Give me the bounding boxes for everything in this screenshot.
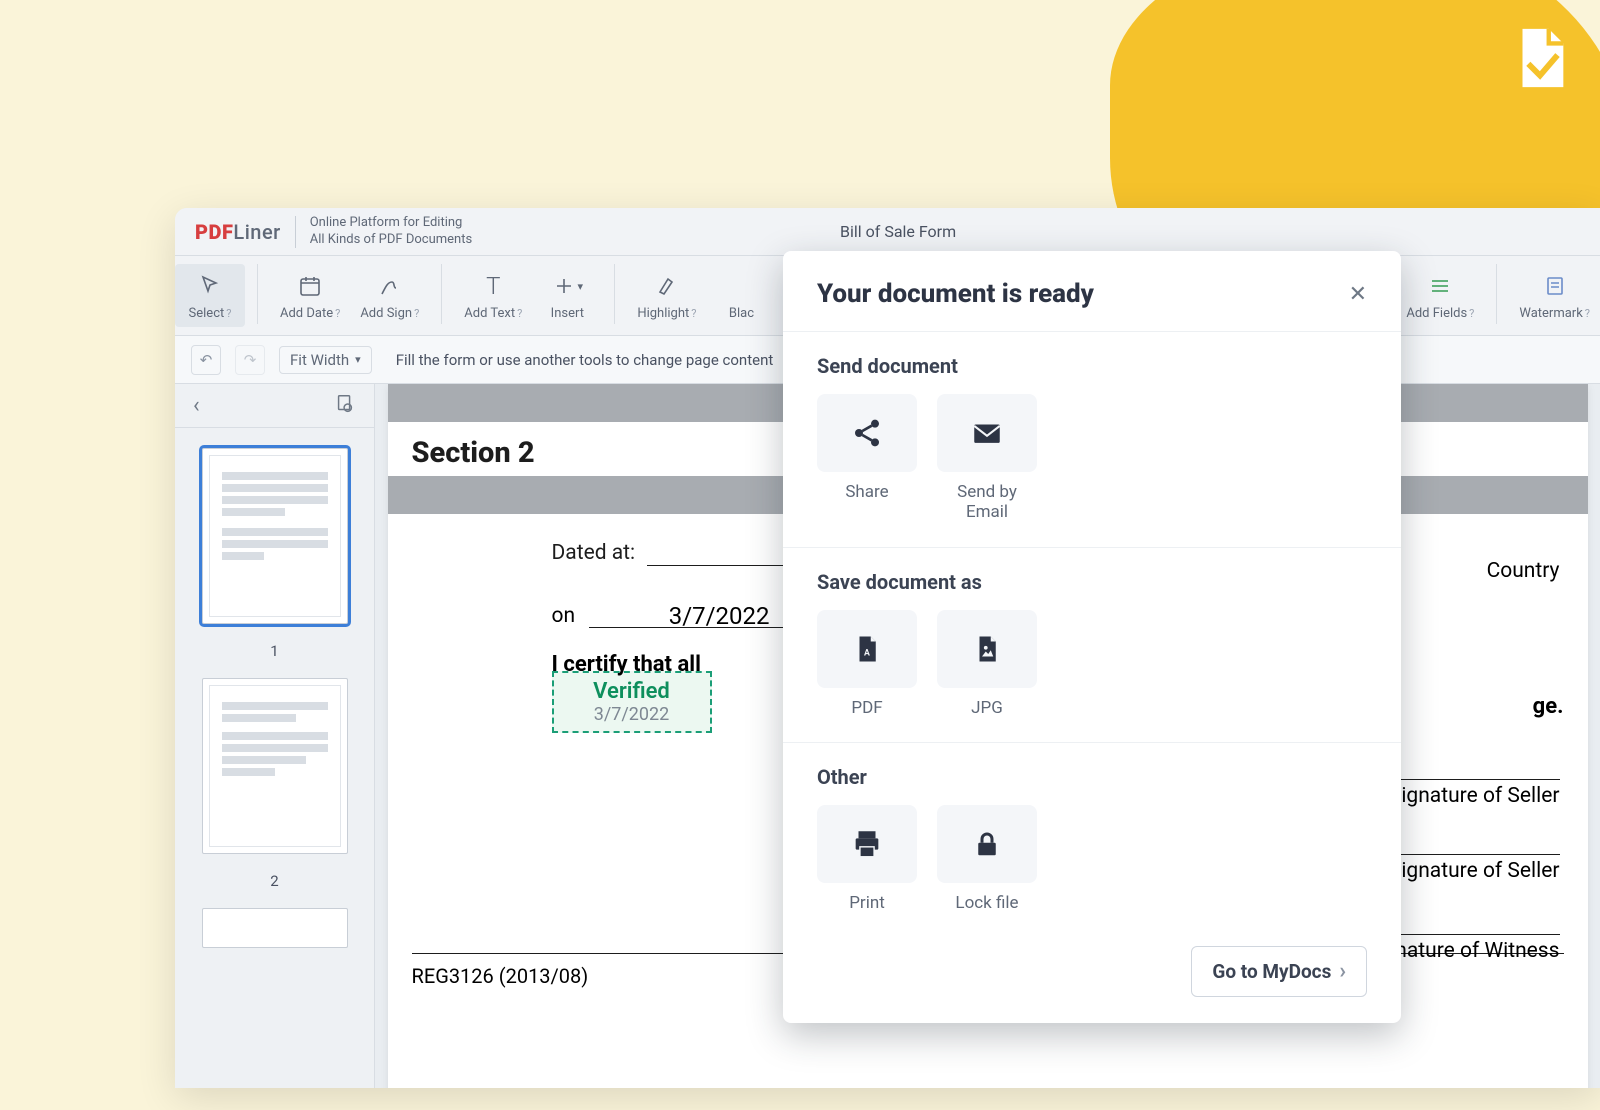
- pdf-file-icon: A: [817, 610, 917, 688]
- app-window: PDFLiner Online Platform for EditingAll …: [175, 208, 1600, 1088]
- thumbnail-page-1[interactable]: [202, 448, 348, 624]
- watermark-tool[interactable]: Watermark?: [1509, 264, 1600, 327]
- brand-logo: PDFLiner: [195, 220, 281, 244]
- print-button[interactable]: Print: [817, 805, 917, 913]
- page-settings-icon[interactable]: [334, 393, 356, 419]
- titlebar: PDFLiner Online Platform for EditingAll …: [175, 208, 1600, 256]
- add-fields-tool[interactable]: Add Fields?: [1396, 264, 1484, 327]
- send-email-button[interactable]: Send by Email: [937, 394, 1037, 523]
- highlighter-icon: [651, 270, 683, 302]
- highlight-tool[interactable]: Highlight?: [627, 264, 706, 327]
- cursor-icon: [194, 270, 226, 302]
- other-heading: Other: [817, 765, 1367, 789]
- thumbnail-panel: ‹ 1 2: [175, 384, 375, 1088]
- chevron-right-icon: [1339, 959, 1346, 984]
- on-label: on: [552, 604, 576, 628]
- email-icon: [937, 394, 1037, 472]
- back-icon[interactable]: ‹: [193, 393, 200, 418]
- share-icon: [817, 394, 917, 472]
- pdf-icon: [1505, 23, 1575, 93]
- blackout-tool[interactable]: Blac: [706, 264, 776, 327]
- thumbnail-page-3[interactable]: [202, 908, 348, 948]
- verified-stamp[interactable]: Verified 3/7/2022: [552, 671, 712, 733]
- image-file-icon: [937, 610, 1037, 688]
- share-button[interactable]: Share: [817, 394, 917, 523]
- select-tool[interactable]: Select?: [175, 264, 245, 327]
- hint-text: Fill the form or use another tools to ch…: [396, 351, 774, 369]
- page-number: 1: [270, 642, 278, 660]
- svg-text:A: A: [864, 648, 870, 658]
- undo-button[interactable]: ↶: [191, 345, 221, 375]
- add-text-tool[interactable]: T Add Text?: [454, 264, 532, 327]
- text-icon: T: [477, 270, 509, 302]
- save-heading: Save document as: [817, 570, 1367, 594]
- save-pdf-button[interactable]: A PDF: [817, 610, 917, 718]
- zoom-select[interactable]: Fit Width▾: [279, 346, 372, 374]
- pen-icon: [374, 270, 406, 302]
- close-icon[interactable]: ✕: [1349, 282, 1367, 307]
- print-icon: [817, 805, 917, 883]
- save-jpg-button[interactable]: JPG: [937, 610, 1037, 718]
- blackout-icon: [725, 270, 757, 302]
- redo-button[interactable]: ↷: [235, 345, 265, 375]
- fields-icon: [1424, 270, 1456, 302]
- brand: PDFLiner Online Platform for EditingAll …: [195, 215, 472, 248]
- modal-title: Your document is ready: [817, 279, 1094, 309]
- thumbnail-page-2[interactable]: [202, 678, 348, 854]
- document-ready-modal: Your document is ready ✕ Send document S…: [783, 251, 1401, 1023]
- go-to-mydocs-button[interactable]: Go to MyDocs: [1191, 946, 1367, 997]
- plus-icon: ▾: [551, 270, 583, 302]
- watermark-icon: [1539, 270, 1571, 302]
- add-date-tool[interactable]: Add Date?: [270, 264, 350, 327]
- lock-file-button[interactable]: Lock file: [937, 805, 1037, 913]
- calendar-icon: [294, 270, 326, 302]
- insert-tool[interactable]: ▾ Insert: [532, 264, 602, 327]
- country-label: Country: [1487, 559, 1560, 583]
- brand-tagline: Online Platform for EditingAll Kinds of …: [310, 215, 472, 248]
- document-title: Bill of Sale Form: [496, 222, 1300, 241]
- add-sign-tool[interactable]: Add Sign?: [350, 264, 429, 327]
- send-heading: Send document: [817, 354, 1367, 378]
- dated-label: Dated at:: [552, 541, 636, 565]
- lock-icon: [937, 805, 1037, 883]
- knowledge-fragment: ge.: [1533, 694, 1564, 719]
- page-number: 2: [270, 872, 278, 890]
